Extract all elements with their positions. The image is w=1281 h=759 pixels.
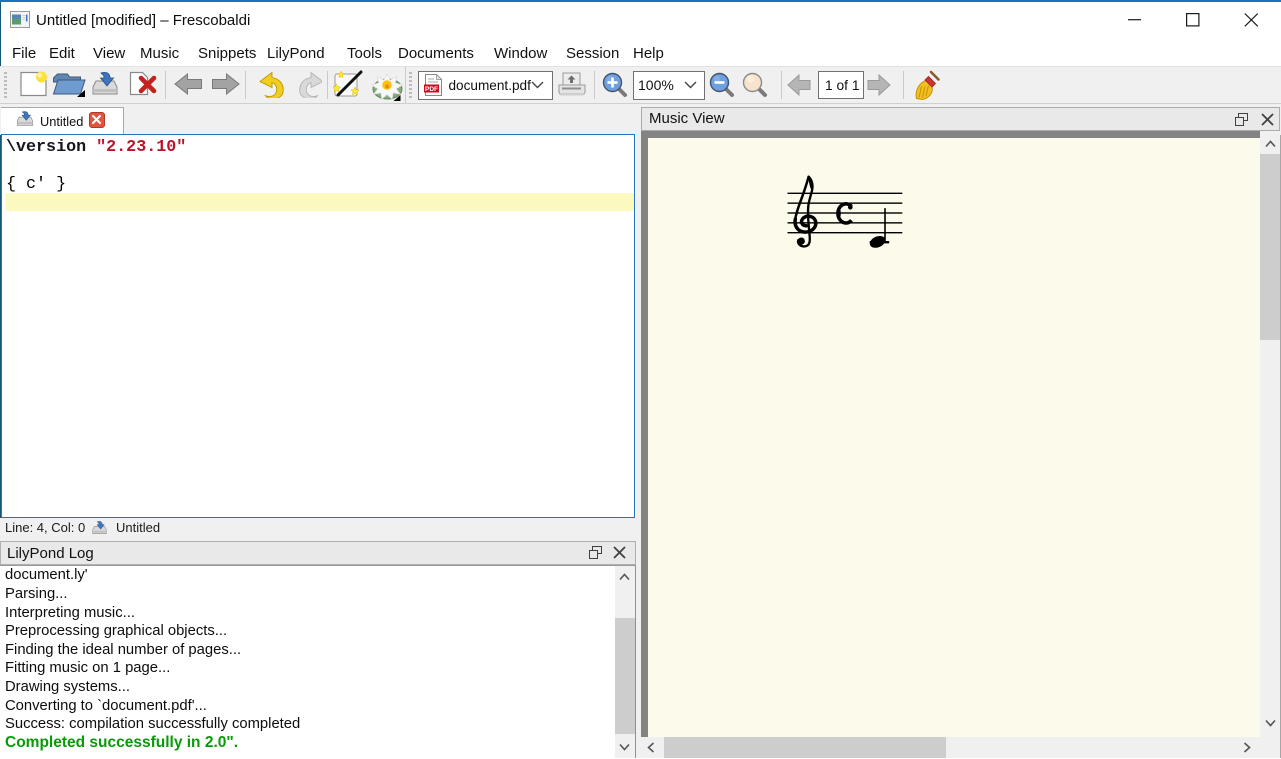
svg-text:PDF: PDF	[425, 86, 438, 93]
